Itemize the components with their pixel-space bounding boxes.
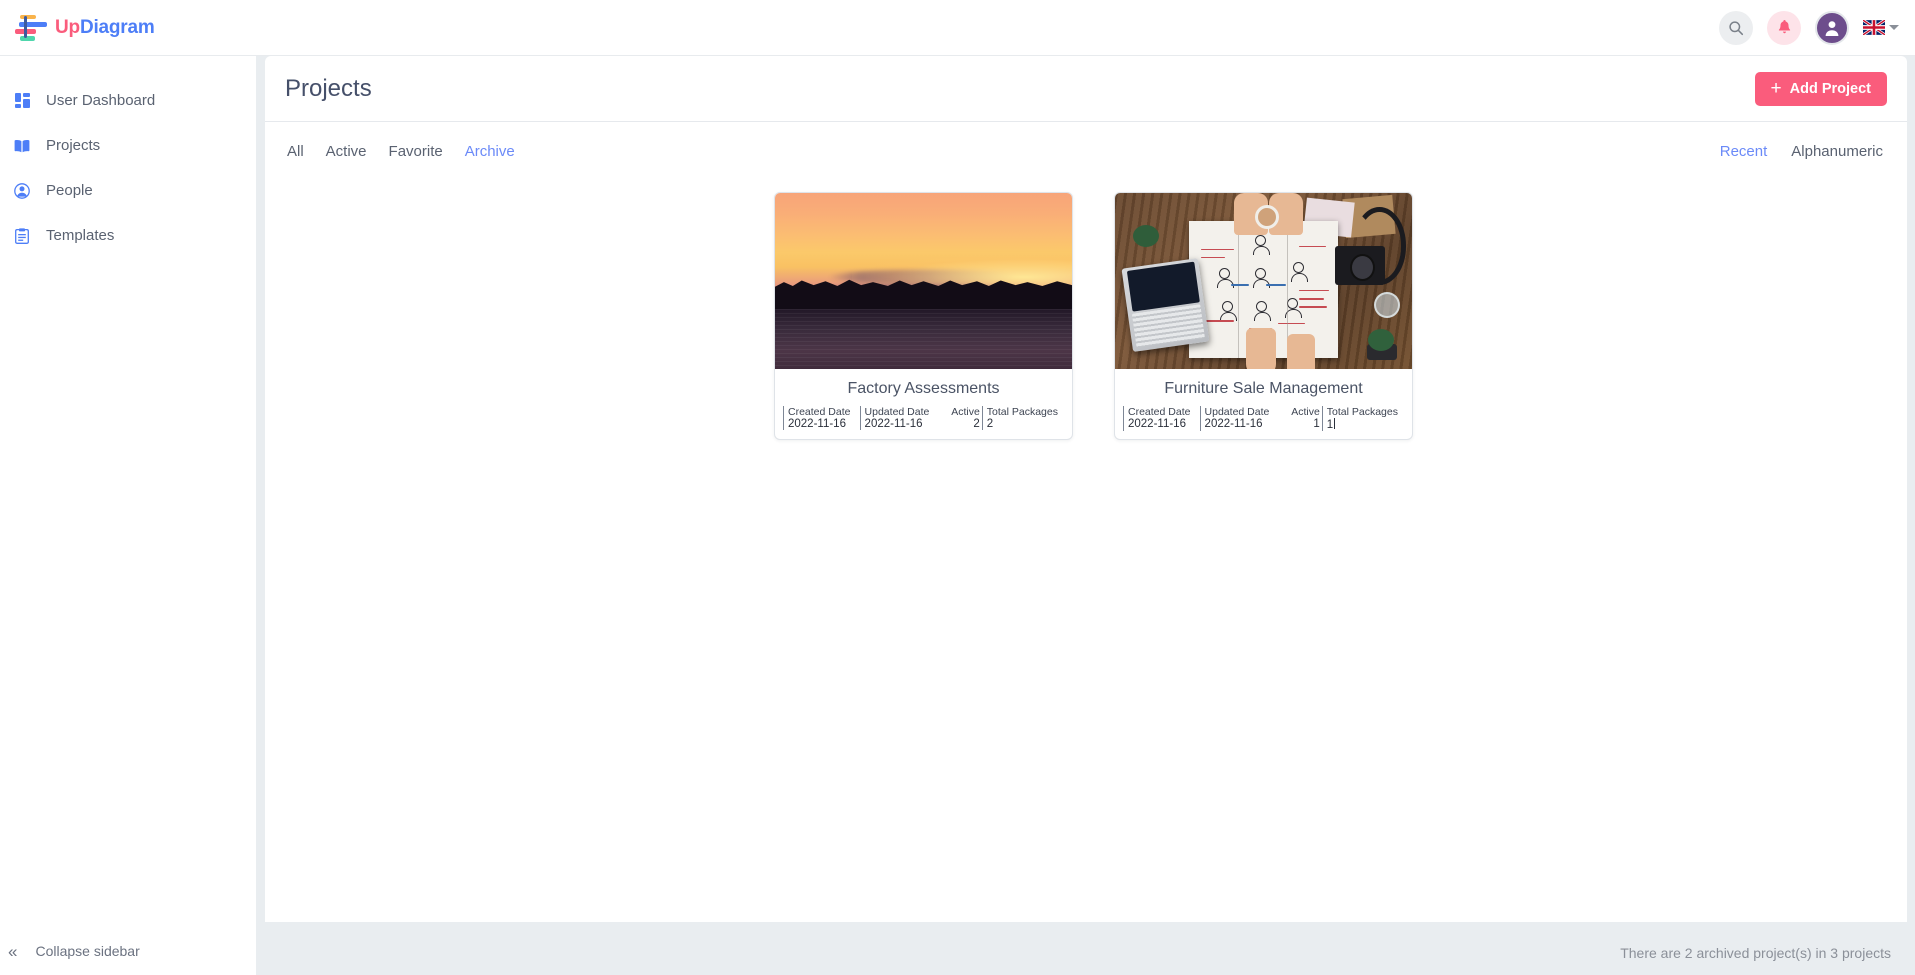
text-cursor xyxy=(1334,418,1336,429)
meta-label: Created Date xyxy=(788,406,851,418)
sort-options: Recent Alphanumeric xyxy=(1720,143,1883,160)
filter-tabs: All Active Favorite Archive xyxy=(287,143,515,160)
sidebar: User Dashboard Projects People Templates… xyxy=(0,56,256,975)
tab-all[interactable]: All xyxy=(287,143,304,160)
sidebar-item-user-dashboard[interactable]: User Dashboard xyxy=(0,78,256,123)
person-circle-icon xyxy=(10,182,34,199)
chevron-down-icon xyxy=(1889,25,1899,30)
meta-value: 2022-11-16 xyxy=(864,418,923,430)
project-cards-grid: Factory Assessments Created Date 2022-11… xyxy=(265,180,1907,440)
meta-value: 2022-11-16 xyxy=(1204,418,1263,430)
sidebar-item-label: Projects xyxy=(46,137,101,154)
tab-favorite[interactable]: Favorite xyxy=(389,143,443,160)
meta-created-date: Created Date 2022-11-16 xyxy=(783,406,860,430)
user-avatar-icon xyxy=(1825,20,1839,36)
project-card-title: Furniture Sale Management xyxy=(1164,380,1363,397)
meta-updated-date: Updated Date 2022-11-16 xyxy=(1199,406,1282,431)
search-button[interactable] xyxy=(1719,10,1753,45)
meta-total-packages: Total Packages 2 xyxy=(981,406,1064,430)
sidebar-item-templates[interactable]: Templates xyxy=(0,213,256,258)
uk-flag-icon xyxy=(1863,20,1885,35)
clipboard-icon xyxy=(10,227,34,244)
project-card-title: Factory Assessments xyxy=(847,380,1000,397)
meta-label: Total Packages xyxy=(1326,406,1398,418)
double-chevron-left-icon: « xyxy=(8,941,18,961)
bell-icon xyxy=(1778,19,1790,33)
page-title: Projects xyxy=(285,74,372,102)
meta-active-count: Active 2 xyxy=(942,406,982,430)
collapse-sidebar-label: Collapse sidebar xyxy=(35,943,140,959)
sidebar-item-label: People xyxy=(46,182,93,199)
logo-text: UpDiagram xyxy=(55,17,155,39)
add-project-label: Add Project xyxy=(1789,80,1871,97)
collapse-sidebar-button[interactable]: « Collapse sidebar xyxy=(0,927,256,975)
sidebar-nav: User Dashboard Projects People Templates xyxy=(0,56,256,258)
meta-value: 2 xyxy=(986,418,994,430)
notifications-button[interactable] xyxy=(1767,10,1801,45)
meta-total-packages: Total Packages 1 xyxy=(1321,406,1404,431)
project-card[interactable]: Factory Assessments Created Date 2022-11… xyxy=(774,192,1073,440)
tab-active[interactable]: Active xyxy=(326,143,367,160)
project-card-meta: Created Date 2022-11-16 Updated Date 202… xyxy=(775,406,1072,438)
sort-alphanumeric[interactable]: Alphanumeric xyxy=(1791,143,1883,160)
plus-icon: + xyxy=(1770,78,1782,99)
top-bar: UpDiagram xyxy=(0,0,1915,56)
tab-archive[interactable]: Archive xyxy=(465,143,515,160)
meta-value: 2 xyxy=(973,418,980,430)
projects-panel: Projects + Add Project All Active Favori… xyxy=(265,56,1907,922)
language-selector[interactable] xyxy=(1863,20,1899,35)
meta-value: 2022-11-16 xyxy=(1128,418,1186,430)
logo-text-up: Up xyxy=(55,16,80,38)
meta-value: 1 xyxy=(1313,418,1320,430)
panel-header: Projects + Add Project xyxy=(265,56,1907,122)
sidebar-item-projects[interactable]: Projects xyxy=(0,123,256,168)
meta-label: Active xyxy=(951,406,980,418)
logo-bars-icon xyxy=(14,13,48,43)
meta-value-text: 1 xyxy=(1326,419,1334,431)
project-card-meta: Created Date 2022-11-16 Updated Date 202… xyxy=(1115,406,1412,439)
meta-label: Active xyxy=(1291,406,1320,418)
book-icon xyxy=(10,139,34,153)
add-project-button[interactable]: + Add Project xyxy=(1754,71,1887,106)
meta-value: 2022-11-16 xyxy=(788,418,846,430)
search-icon xyxy=(1729,20,1744,35)
avatar[interactable] xyxy=(1815,10,1849,45)
meta-label: Total Packages xyxy=(986,406,1058,418)
project-card[interactable]: Furniture Sale Management Created Date 2… xyxy=(1114,192,1413,440)
desk-diagram-workspace-photo xyxy=(1115,193,1412,369)
sunset-lake-photo xyxy=(775,193,1072,369)
filter-and-sort-row: All Active Favorite Archive Recent Alpha… xyxy=(265,122,1907,180)
meta-active-count: Active 1 xyxy=(1282,406,1322,431)
meta-label: Updated Date xyxy=(1204,406,1270,418)
sidebar-item-label: Templates xyxy=(46,227,115,244)
sidebar-item-label: User Dashboard xyxy=(46,92,156,109)
top-bar-actions xyxy=(1719,10,1915,45)
meta-updated-date: Updated Date 2022-11-16 xyxy=(859,406,942,430)
meta-value: 1 xyxy=(1327,418,1398,431)
sort-recent[interactable]: Recent xyxy=(1720,143,1768,160)
archived-projects-status: There are 2 archived project(s) in 3 pro… xyxy=(1620,945,1891,961)
logo-text-diagram: Diagram xyxy=(79,16,155,38)
meta-label: Updated Date xyxy=(864,406,930,418)
meta-label: Created Date xyxy=(1128,406,1191,418)
dashboard-grid-icon xyxy=(10,93,34,108)
meta-created-date: Created Date 2022-11-16 xyxy=(1123,406,1200,431)
sidebar-item-people[interactable]: People xyxy=(0,168,256,213)
app-logo[interactable]: UpDiagram xyxy=(0,13,155,43)
